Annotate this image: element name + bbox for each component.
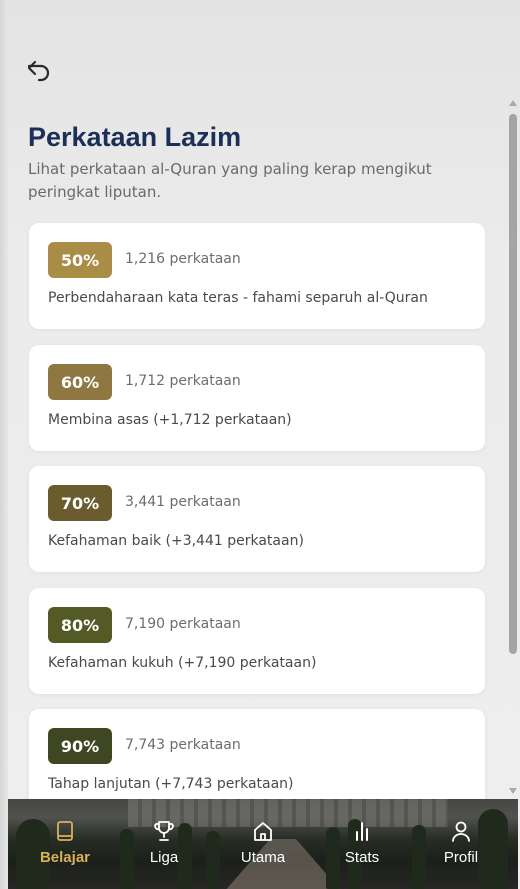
nav-item-stats[interactable]: Stats (322, 819, 402, 875)
window-edge (0, 0, 8, 889)
back-arrow-icon (27, 60, 50, 82)
app-screen: Perkataan Lazim Lihat perkataan al-Quran… (0, 0, 520, 889)
word-count: 7,190 perkataan (125, 616, 241, 632)
level-card-60[interactable]: 60% 1,712 perkataan Membina asas (+1,712… (29, 345, 485, 451)
nav-label: Liga (149, 849, 179, 866)
word-count: 1,216 perkataan (125, 251, 241, 267)
level-description: Perbendaharaan kata teras - fahami separ… (48, 290, 428, 306)
percent-badge: 50% (48, 242, 112, 278)
scroll-down-icon[interactable] (509, 788, 517, 794)
nav-item-utama[interactable]: Utama (223, 819, 303, 875)
book-icon (57, 821, 73, 841)
scroll-thumb[interactable] (509, 114, 517, 654)
percent-badge: 90% (48, 728, 112, 764)
page-title: Perkataan Lazim (28, 122, 242, 152)
user-icon (452, 821, 470, 842)
nav-label: Profil (443, 849, 479, 866)
nav-item-liga[interactable]: Liga (124, 819, 204, 875)
level-card-80[interactable]: 80% 7,190 perkataan Kefahaman kukuh (+7,… (29, 588, 485, 694)
page-subtitle: Lihat perkataan al-Quran yang paling ker… (28, 160, 432, 201)
home-icon (254, 822, 272, 841)
percent-badge: 70% (48, 485, 112, 521)
nav-item-profil[interactable]: Profil (421, 819, 501, 875)
nav-label: Stats (344, 849, 380, 866)
bar-chart-icon (356, 822, 368, 841)
level-description: Kefahaman baik (+3,441 perkataan) (48, 533, 304, 549)
tree-background (206, 831, 220, 889)
percent-badge: 80% (48, 607, 112, 643)
level-card-70[interactable]: 70% 3,441 perkataan Kefahaman baik (+3,4… (29, 466, 485, 572)
percent-badge: 60% (48, 364, 112, 400)
bottom-navigation: Belajar Liga Utama Stats Profil (8, 799, 518, 889)
level-description: Membina asas (+1,712 perkataan) (48, 412, 292, 428)
scrollbar[interactable] (508, 100, 518, 800)
trophy-icon (154, 821, 174, 841)
word-count: 7,743 perkataan (125, 737, 241, 753)
nav-item-belajar[interactable]: Belajar (25, 819, 105, 875)
level-description: Tahap lanjutan (+7,743 perkataan) (48, 776, 294, 792)
nav-label: Belajar (39, 849, 91, 866)
level-description: Kefahaman kukuh (+7,190 perkataan) (48, 655, 317, 671)
word-count: 1,712 perkataan (125, 373, 241, 389)
level-card-50[interactable]: 50% 1,216 perkataan Perbendaharaan kata … (29, 223, 485, 329)
back-button[interactable] (24, 56, 54, 84)
nav-label: Utama (240, 849, 286, 866)
word-count: 3,441 perkataan (125, 494, 241, 510)
scroll-up-icon[interactable] (509, 100, 517, 106)
